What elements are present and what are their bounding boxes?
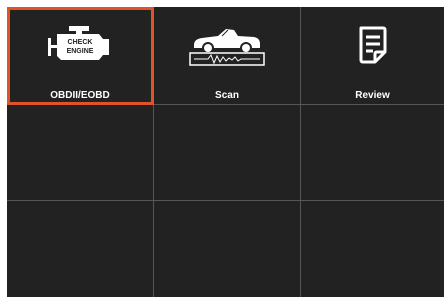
empty-tile: [154, 105, 301, 201]
check-engine-text-1: CHECK: [68, 39, 93, 46]
empty-tile: [301, 201, 444, 297]
tile-review[interactable]: Review: [301, 7, 444, 105]
tile-label-obdii-eobd: OBDII/EOBD: [50, 90, 110, 101]
tile-scan[interactable]: Scan: [154, 7, 301, 105]
check-engine-text-2: ENGINE: [67, 48, 94, 55]
car-scan-icon: [188, 21, 266, 72]
tile-label-scan: Scan: [215, 90, 239, 101]
empty-tile: [154, 201, 301, 297]
empty-tile: [301, 105, 444, 201]
menu-grid: CHECK ENGINE OBDII/EOBD Scan Review: [7, 7, 444, 297]
empty-tile: [7, 105, 154, 201]
review-document-icon: [357, 25, 389, 70]
tile-obdii-eobd[interactable]: CHECK ENGINE OBDII/EOBD: [7, 7, 154, 105]
check-engine-icon: CHECK ENGINE: [47, 25, 113, 70]
tile-label-review: Review: [355, 90, 390, 101]
empty-tile: [7, 201, 154, 297]
